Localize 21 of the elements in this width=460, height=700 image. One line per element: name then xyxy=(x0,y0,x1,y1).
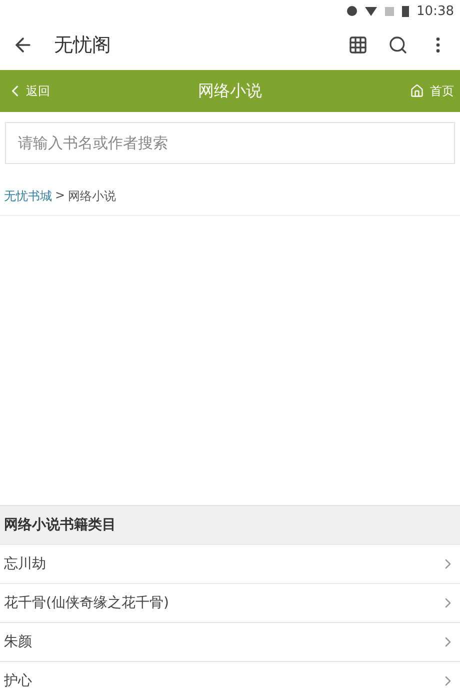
section-header: 网络小说书籍类目 xyxy=(0,505,460,544)
breadcrumb-current: 网络小说 xyxy=(68,188,116,205)
search-field[interactable]: 请输入书名或作者搜索 xyxy=(5,122,455,164)
battery-icon xyxy=(402,6,409,16)
breadcrumb-separator: > xyxy=(55,188,66,204)
book-item[interactable]: 忘川劫 xyxy=(0,544,460,583)
book-item[interactable]: 朱颜 xyxy=(0,622,460,661)
book-title: 朱颜 xyxy=(4,633,32,651)
breadcrumb-link[interactable]: 无忧书城 xyxy=(4,188,52,205)
book-item[interactable]: 护心 xyxy=(0,661,460,700)
grid-icon[interactable] xyxy=(348,35,368,55)
search-icon[interactable] xyxy=(388,35,408,55)
page-title: 网络小说 xyxy=(197,80,263,102)
home-icon xyxy=(410,84,424,98)
book-title: 护心 xyxy=(4,672,32,690)
wifi-icon xyxy=(364,6,377,16)
app-title: 无忧阁 xyxy=(54,33,112,58)
status-time: 10:38 xyxy=(416,4,454,18)
book-title: 忘川劫 xyxy=(4,555,46,573)
book-title: 花千骨(仙侠奇缘之花千骨) xyxy=(4,594,169,612)
book-item[interactable]: 花千骨(仙侠奇缘之花千骨) xyxy=(0,583,460,622)
